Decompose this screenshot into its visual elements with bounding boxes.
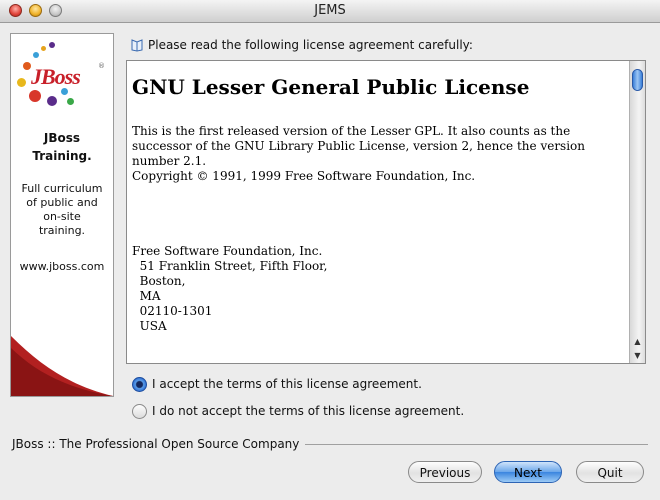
decline-label[interactable]: I do not accept the terms of this licens… bbox=[152, 404, 464, 418]
license-paragraph: This is the first released version of th… bbox=[132, 124, 586, 168]
previous-button[interactable]: Previous bbox=[408, 461, 482, 483]
license-text-area[interactable]: GNU Lesser General Public License This i… bbox=[126, 60, 646, 364]
quit-button[interactable]: Quit bbox=[576, 461, 644, 483]
jboss-logo: JBoss ® bbox=[11, 42, 113, 112]
scroll-down-arrow-icon[interactable]: ▼ bbox=[630, 349, 645, 363]
installer-window: JEMS JBoss ® JBoss Training. Full curric… bbox=[0, 0, 660, 500]
logo-dot bbox=[29, 90, 41, 102]
instruction-text: Please read the following license agreem… bbox=[148, 38, 473, 52]
sidebar-decoration bbox=[11, 336, 113, 396]
logo-wordmark: JBoss bbox=[31, 64, 81, 89]
logo-dot bbox=[33, 52, 39, 58]
title-bar: JEMS bbox=[0, 0, 660, 23]
logo-dot bbox=[67, 98, 74, 105]
accept-radio[interactable] bbox=[132, 377, 147, 392]
logo-dot bbox=[23, 62, 31, 70]
sidebar-url: www.jboss.com bbox=[19, 260, 105, 273]
sidebar-heading: JBoss Training. bbox=[32, 131, 92, 163]
next-button[interactable]: Next bbox=[494, 461, 562, 483]
window-title: JEMS bbox=[314, 3, 346, 18]
book-icon bbox=[131, 39, 143, 52]
sidebar-description: Full curriculum of public and on-site tr… bbox=[21, 182, 103, 237]
logo-dot bbox=[47, 96, 57, 106]
license-address: Free Software Foundation, Inc. 51 Frankl… bbox=[132, 244, 328, 333]
accept-label[interactable]: I accept the terms of this license agree… bbox=[152, 377, 422, 391]
logo-dot bbox=[17, 78, 26, 87]
license-scrollbar[interactable]: ▲ ▼ bbox=[629, 61, 645, 363]
decline-radio[interactable] bbox=[132, 404, 147, 419]
sidebar-panel: JBoss ® JBoss Training. Full curriculum … bbox=[10, 33, 114, 397]
scroll-up-arrow-icon[interactable]: ▲ bbox=[630, 335, 645, 349]
logo-dot bbox=[49, 42, 55, 48]
license-copyright: Copyright © 1991, 1999 Free Software Fou… bbox=[132, 169, 476, 183]
footer-company: JBoss :: The Professional Open Source Co… bbox=[12, 437, 306, 451]
scrollbar-thumb[interactable] bbox=[632, 69, 643, 91]
logo-dot bbox=[41, 46, 46, 51]
license-title: GNU Lesser General Public License bbox=[132, 75, 530, 99]
registered-mark: ® bbox=[98, 62, 105, 70]
